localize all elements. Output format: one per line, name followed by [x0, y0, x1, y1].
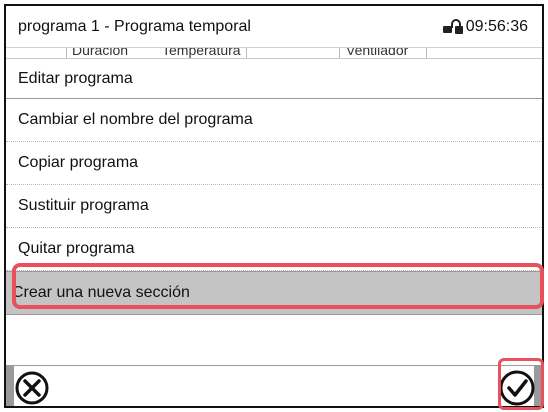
popup-title-text: Editar programa: [18, 70, 133, 87]
column-duration: Duración: [72, 48, 129, 58]
lock-icon: [442, 19, 463, 34]
menu-item-label: Quitar programa: [18, 240, 135, 257]
clock-time: 09:56:36: [465, 18, 528, 35]
clock-area: 09:56:36: [442, 18, 528, 36]
footer-shade-left: [6, 366, 14, 406]
menu-item-label: Crear una nueva sección: [12, 284, 190, 301]
column-fan: Ventilador: [346, 48, 409, 58]
title-bar: programa 1 - Programa temporal 09:56:36: [6, 6, 542, 48]
menu-item-replace-program[interactable]: Sustituir programa: [6, 185, 542, 228]
menu-item-label: Cambiar el nombre del programa: [18, 111, 253, 128]
menu-item-label: Copiar programa: [18, 154, 139, 171]
program-title: programa 1 - Programa temporal: [18, 18, 251, 35]
menu-item-create-new-section[interactable]: Crear una nueva sección: [6, 271, 542, 315]
popup-title: Editar programa: [6, 59, 542, 99]
menu-item-rename-program[interactable]: Cambiar el nombre del programa: [6, 99, 542, 142]
check-circle-icon[interactable]: [496, 367, 538, 408]
column-temperature: Temperatura: [162, 48, 241, 58]
close-circle-icon[interactable]: [14, 370, 50, 406]
controller-screen: programa 1 - Programa temporal 09:56:36 …: [4, 4, 544, 408]
popup-footer: [6, 365, 542, 408]
menu-item-copy-program[interactable]: Copiar programa: [6, 142, 542, 185]
menu-item-label: Sustituir programa: [18, 197, 149, 214]
menu-item-remove-program[interactable]: Quitar programa: [6, 228, 542, 271]
edit-program-popup: Editar programa Cambiar el nombre del pr…: [6, 58, 542, 408]
